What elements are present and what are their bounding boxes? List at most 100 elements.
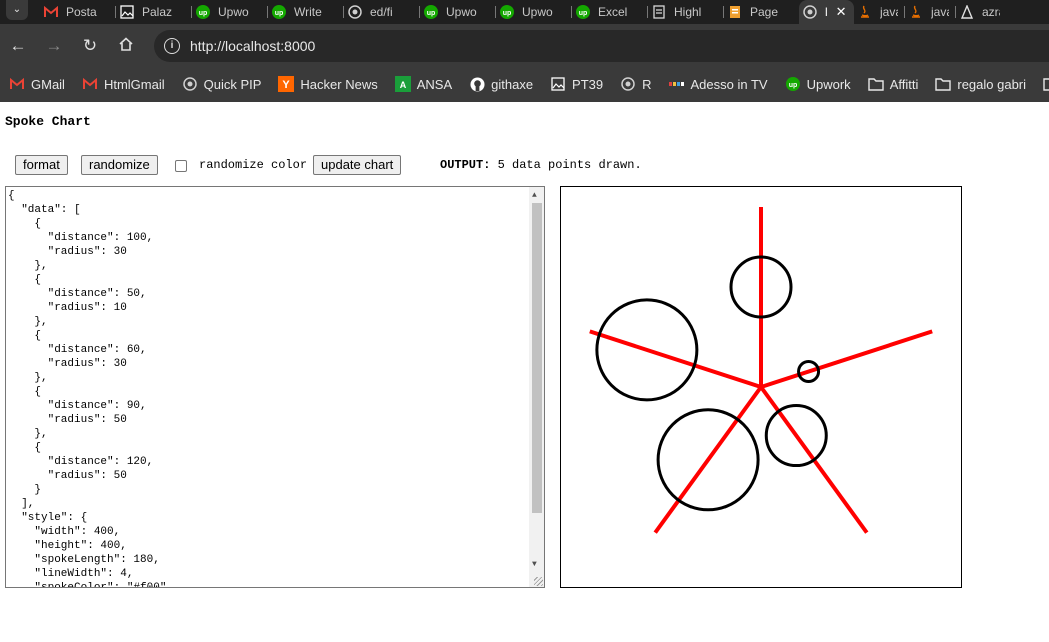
- upwork-icon: up: [785, 76, 801, 92]
- tv-icon: [668, 76, 685, 92]
- image-icon: [120, 5, 134, 19]
- scrollbar-thumb[interactable]: [532, 203, 542, 513]
- json-editor[interactable]: { "data": [ { "distance": 100, "radius":…: [5, 186, 545, 588]
- tab-label: Excel: [598, 5, 628, 19]
- output-status: OUTPUT: 5 data points drawn.: [440, 158, 642, 172]
- tab-label: Upwo: [218, 5, 249, 19]
- svg-text:up: up: [788, 82, 797, 89]
- bookmark-item[interactable]: GMail: [9, 76, 65, 92]
- svg-text:up: up: [427, 10, 436, 17]
- browser-tab[interactable]: l ✕: [799, 0, 854, 24]
- bookmark-item[interactable]: PT39: [550, 76, 603, 92]
- image-icon: [550, 76, 566, 92]
- scroll-down-arrow-icon[interactable]: ▼: [532, 560, 537, 569]
- azure-icon: [960, 5, 974, 19]
- back-arrow-icon[interactable]: ←: [8, 36, 28, 56]
- doc-icon: [652, 5, 666, 19]
- browser-tab[interactable]: Highl: [648, 0, 723, 24]
- scroll-up-arrow-icon[interactable]: ▲: [532, 191, 537, 200]
- folder-icon: [1043, 76, 1049, 92]
- bookmark-label: regalo gabri: [957, 76, 1027, 92]
- bookmark-item[interactable]: regalo gabri: [935, 76, 1026, 92]
- browser-tab[interactable]: up Write: [268, 0, 343, 24]
- url-text: http://localhost:8000: [190, 38, 316, 54]
- browser-tab[interactable]: up Upwo: [496, 0, 571, 24]
- gmail-icon: [9, 76, 25, 92]
- bookmark-item[interactable]: A ANSA: [394, 76, 453, 92]
- svg-text:up: up: [275, 10, 284, 17]
- chart-canvas: [560, 186, 962, 588]
- json-editor-text[interactable]: { "data": [ { "distance": 100, "radius":…: [6, 187, 544, 587]
- tab-list: Posta Palaz up Upwo up Write ed/fi up Upwo up Upwo…: [40, 0, 1006, 24]
- bookmark-label: PT39: [572, 76, 604, 92]
- bookmark-item[interactable]: up Upwork: [785, 76, 851, 92]
- address-bar[interactable]: i http://localhost:8000: [154, 30, 1049, 62]
- editor-scrollbar[interactable]: ▲ ▼: [529, 187, 544, 587]
- tab-label: azra: [982, 5, 1000, 19]
- svg-text:up: up: [503, 10, 512, 17]
- format-button[interactable]: format: [15, 155, 68, 175]
- toolbar: ← → ↻ i http://localhost:8000: [0, 24, 1049, 66]
- bookmark-item[interactable]: Adesso in TV: [668, 76, 768, 92]
- page-icon: [728, 5, 742, 19]
- reload-icon[interactable]: ↻: [80, 36, 100, 56]
- bookmark-label: GMail: [31, 76, 65, 92]
- svg-text:up: up: [199, 10, 208, 17]
- resize-handle-icon[interactable]: [534, 577, 543, 586]
- bookmark-label: Hacker News: [300, 76, 378, 92]
- browser-tab[interactable]: ed/fi: [344, 0, 419, 24]
- tab-strip: ⌄ Posta Palaz up Upwo up Write ed/fi up Upwo up Up…: [0, 0, 1049, 24]
- bookmark-item[interactable]: HtmlGmail: [82, 76, 165, 92]
- bookmark-item[interactable]: Affitti: [867, 76, 919, 92]
- bookmark-label: githaxe: [491, 76, 534, 92]
- output-text: 5 data points drawn.: [497, 158, 642, 172]
- randomize-button[interactable]: randomize: [81, 155, 158, 175]
- spoke-chart: [589, 207, 933, 534]
- tab-label: javas: [931, 5, 949, 19]
- gmail-icon: [82, 76, 98, 92]
- tab-label: l: [825, 5, 828, 19]
- browser-tab[interactable]: Palaz: [116, 0, 191, 24]
- tab-label: javas: [880, 5, 898, 19]
- java-icon: [858, 5, 872, 19]
- bookmark-label: ANSA: [416, 76, 453, 92]
- tab-label: Page: [750, 5, 779, 19]
- update-chart-button[interactable]: update chart: [313, 155, 402, 175]
- folder-icon: [867, 76, 884, 92]
- browser-tab[interactable]: Posta: [40, 0, 115, 24]
- browser-tab[interactable]: up Excel: [572, 0, 647, 24]
- globe-icon: [348, 5, 362, 19]
- browser-tab[interactable]: up Upwo: [420, 0, 495, 24]
- folder-icon: [935, 76, 952, 92]
- tab-label: Upwo: [446, 5, 477, 19]
- upwork-icon: up: [196, 5, 210, 19]
- randomize-color-label: randomize color: [199, 158, 308, 172]
- upwork-icon: up: [576, 5, 590, 19]
- browser-tab[interactable]: up Upwo: [192, 0, 267, 24]
- randomize-color-checkbox[interactable]: [175, 160, 187, 172]
- bookmark-item[interactable]: R: [620, 76, 652, 92]
- browser-tab[interactable]: javas: [905, 0, 955, 24]
- chart-spoke: [589, 329, 762, 389]
- tab-search-button[interactable]: ⌄: [6, 0, 28, 20]
- bookmark-item[interactable]: bookm: [1043, 76, 1049, 92]
- bookmark-item[interactable]: Y Hacker News: [278, 76, 378, 92]
- svg-text:Y: Y: [283, 79, 291, 91]
- upwork-icon: up: [500, 5, 514, 19]
- bookmark-label: Upwork: [806, 76, 851, 92]
- site-info-icon[interactable]: i: [164, 38, 180, 54]
- java-icon: [909, 5, 923, 19]
- bookmark-item[interactable]: Quick PIP: [182, 76, 261, 92]
- y-icon: Y: [278, 76, 295, 92]
- browser-tab[interactable]: azra: [956, 0, 1006, 24]
- upwork-icon: up: [272, 5, 286, 19]
- close-tab-icon[interactable]: ✕: [836, 4, 847, 20]
- home-icon[interactable]: [116, 36, 136, 56]
- upwork-icon: up: [424, 5, 438, 19]
- browser-tab[interactable]: Page: [724, 0, 799, 24]
- bookmark-label: Affitti: [889, 76, 919, 92]
- svg-text:A: A: [399, 80, 406, 90]
- browser-tab[interactable]: javas: [854, 0, 904, 24]
- forward-arrow-icon[interactable]: →: [44, 36, 64, 56]
- bookmark-item[interactable]: githaxe: [469, 76, 533, 92]
